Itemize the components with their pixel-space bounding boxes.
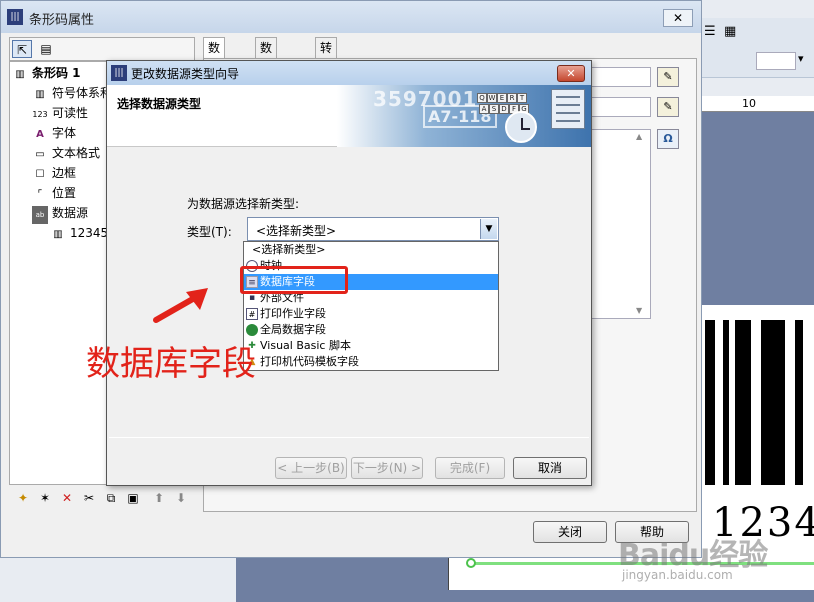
cut-icon[interactable]: ✂ [79,489,99,507]
border-icon: ☐ [35,169,45,180]
key: W [487,93,497,103]
type-select[interactable]: <选择新类型> ▼ [247,217,499,241]
font-icon: A [36,129,44,140]
tree-item-datasource[interactable]: ab 数据源 [32,204,88,224]
tab-datasource[interactable]: 数据源 [203,37,226,95]
watermark-url: jingyan.baidu.com [622,568,733,582]
type-dropdown-list: <选择新类型> 时钟 ≡ 数据库字段 ▪ 外部文件 # 打印作业字段 全局数据字… [243,241,499,371]
new-icon[interactable]: ✦ [13,489,33,507]
tree-action-bar: ✦ ✶ ✕ ✂ ⧉ ▣ ⬆ ⬇ [9,487,195,511]
document-icon [551,89,585,129]
delete-icon[interactable]: ✕ [57,489,77,507]
datasource-icon: ab [32,206,48,224]
tree-toolbar: ⇱ ▤ [9,37,195,61]
key: T [517,93,527,103]
line-style-dropdown[interactable] [756,52,796,70]
scroll-down-icon[interactable]: ▼ [636,306,642,315]
edit-data-icon[interactable]: ✎ [657,97,679,117]
wizard-title: 更改数据源类型向导 [131,67,240,81]
key: Q [477,93,487,103]
properties-titlebar[interactable]: ||| 条形码属性 ✕ [1,1,701,33]
wizard-header: 选择数据源类型 3597001 A7-118 Q W E R T A S D F… [107,85,591,147]
clock-icon [505,111,537,143]
wizard-banner-image: 3597001 A7-118 Q W E R T A S D F G [337,85,591,147]
selection-handle[interactable] [466,558,476,568]
tree-item-symbology[interactable]: ▥ 符号体系和 [32,84,112,102]
next-button[interactable]: 下一步(N) > [351,457,423,479]
barcode-bar [795,320,803,485]
tree-item-font[interactable]: A 字体 [32,124,76,142]
key: E [497,93,507,103]
wizard-app-icon: ||| [111,65,127,81]
move-down-icon[interactable]: ⬇ [171,489,191,507]
align-icon[interactable]: ☰ [704,24,716,39]
move-up-icon[interactable]: ⬆ [149,489,169,507]
tab-conversion[interactable]: 转换 [315,37,338,75]
wizard-titlebar[interactable]: ||| 更改数据源类型向导 ✕ [107,61,591,85]
copy-icon[interactable]: ⧉ [101,489,121,507]
dropdown-option-printer-code-template[interactable]: ▲ 打印机代码模板字段 [244,354,498,370]
tree-item-datasource-value[interactable]: ▥ 12345 [50,224,108,242]
barcode-bar [723,320,729,485]
type-select-value: <选择新类型> [256,224,337,238]
barcode-icon: ▥ [15,69,25,80]
omega-special-char-icon[interactable]: Ω [657,129,679,149]
wizard-heading: 选择数据源类型 [117,97,202,111]
tree-item-position[interactable]: ⌜ 位置 [32,184,76,202]
print-job-icon: # [246,308,258,320]
select-type-prompt: 为数据源选择新类型: [187,197,300,211]
barcode-bar [705,320,715,485]
close-button[interactable]: 关闭 [533,521,607,543]
dropdown-option-print-job-field[interactable]: # 打印作业字段 [244,306,498,322]
dropdown-option-global-data-field[interactable]: 全局数据字段 [244,322,498,338]
tab-datatype[interactable]: 数据类型 [255,37,278,115]
key: S [489,104,499,114]
globe-icon [246,324,258,336]
cancel-button[interactable]: 取消 [513,457,587,479]
key: A [479,104,489,114]
properties-title: 条形码属性 [29,13,95,28]
close-icon[interactable]: ✕ [557,65,585,82]
grid-icon[interactable]: ▦ [724,24,736,39]
scroll-up-icon[interactable]: ▲ [636,132,642,141]
key: R [507,93,517,103]
edit-datasource-icon[interactable]: ✎ [657,67,679,87]
horizontal-ruler: 10 [700,96,814,112]
text-format-icon: ▭ [35,149,45,160]
back-button[interactable]: < 上一步(B) [275,457,347,479]
symbology-icon: ▥ [35,89,45,100]
wizard-separator [109,437,589,438]
tree-item-barcode[interactable]: ▥ 条形码 1 [12,64,80,82]
type-label: 类型(T): [187,225,232,239]
barcode-app-icon: ||| [7,9,23,25]
background-ribbon: ☰ ▦ ▾ [700,18,814,78]
wizard-icon[interactable]: ✶ [35,489,55,507]
position-icon: ⌜ [37,189,43,200]
paste-icon[interactable]: ▣ [123,489,143,507]
dropdown-arrow-icon[interactable]: ▾ [798,52,804,65]
expand-view-icon[interactable]: ⇱ [12,40,32,58]
layers-icon[interactable]: ▤ [36,40,56,58]
ruler-tick-label: 10 [742,97,756,110]
close-icon[interactable]: ✕ [663,9,693,27]
barcode-bar [735,320,751,485]
data-textarea[interactable]: ▲ ▼ [591,129,651,319]
change-datasource-wizard: ||| 更改数据源类型向导 ✕ 选择数据源类型 3597001 A7-118 Q… [106,60,592,486]
pointer-arrow-icon [153,288,208,323]
barcode-bar [761,320,785,485]
readability-icon: 123 [32,110,48,119]
barcode-small-icon: ▥ [53,229,63,240]
annotation-caption: 数据库字段 [86,344,256,384]
datasource-field[interactable] [591,67,651,87]
tree-item-readability[interactable]: 123 可读性 [32,104,88,122]
dropdown-option-vb-script[interactable]: ✚ Visual Basic 脚本 [244,338,498,354]
data-field[interactable] [591,97,651,117]
key: D [499,104,509,114]
dropdown-option-select-new[interactable]: <选择新类型> [244,242,498,258]
highlight-box [240,266,348,294]
finish-button[interactable]: 完成(F) [435,457,505,479]
tree-item-text-format[interactable]: ▭ 文本格式 [32,144,100,162]
chevron-down-icon[interactable]: ▼ [480,219,497,239]
tree-item-border[interactable]: ☐ 边框 [32,164,77,182]
